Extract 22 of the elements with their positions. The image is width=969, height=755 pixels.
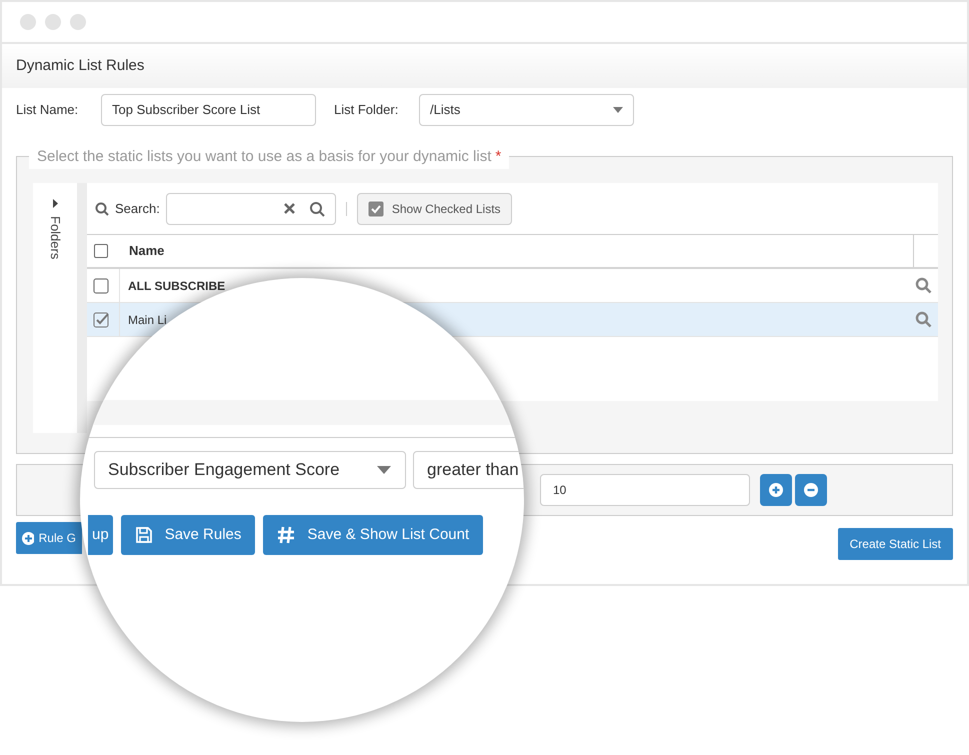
required-mark: * [495,147,502,167]
sidebar-label: Folders [46,216,64,260]
panel-title: Dynamic List Rules [16,56,144,76]
list-name: Main Li [128,312,168,328]
panel-legend: Select the static lists you want to use as a basis for your dynamic list [37,146,492,168]
field-label: List Name: [16,101,80,120]
operator-dropdown[interactable]: greater than [413,451,524,489]
add-rule-group-button[interactable]: Rule G [16,522,82,554]
column-header: Name [129,242,166,260]
create-static-list-button[interactable]: Create Static List [838,528,953,560]
field-label: List Folder: [334,101,400,120]
rule-group-button[interactable]: up [88,515,113,555]
list-name-field[interactable]: Top Subscriber Score List [101,94,316,126]
save-show-count-button[interactable]: Save & Show List Count [263,515,484,555]
list-name: ALL SUBSCRIBE [128,278,226,294]
field-dropdown[interactable]: Subscriber Engagement Score [94,451,406,489]
search-label: Search: [115,200,160,218]
save-rules-button[interactable]: Save Rules [120,515,256,555]
folders-sidebar[interactable]: Folders [33,183,77,433]
list-folder-dropdown[interactable]: /Lists [419,94,634,126]
rule-value-field[interactable]: 10 [540,474,750,506]
show-checked-lists-button[interactable]: Show Checked Lists [356,192,512,224]
